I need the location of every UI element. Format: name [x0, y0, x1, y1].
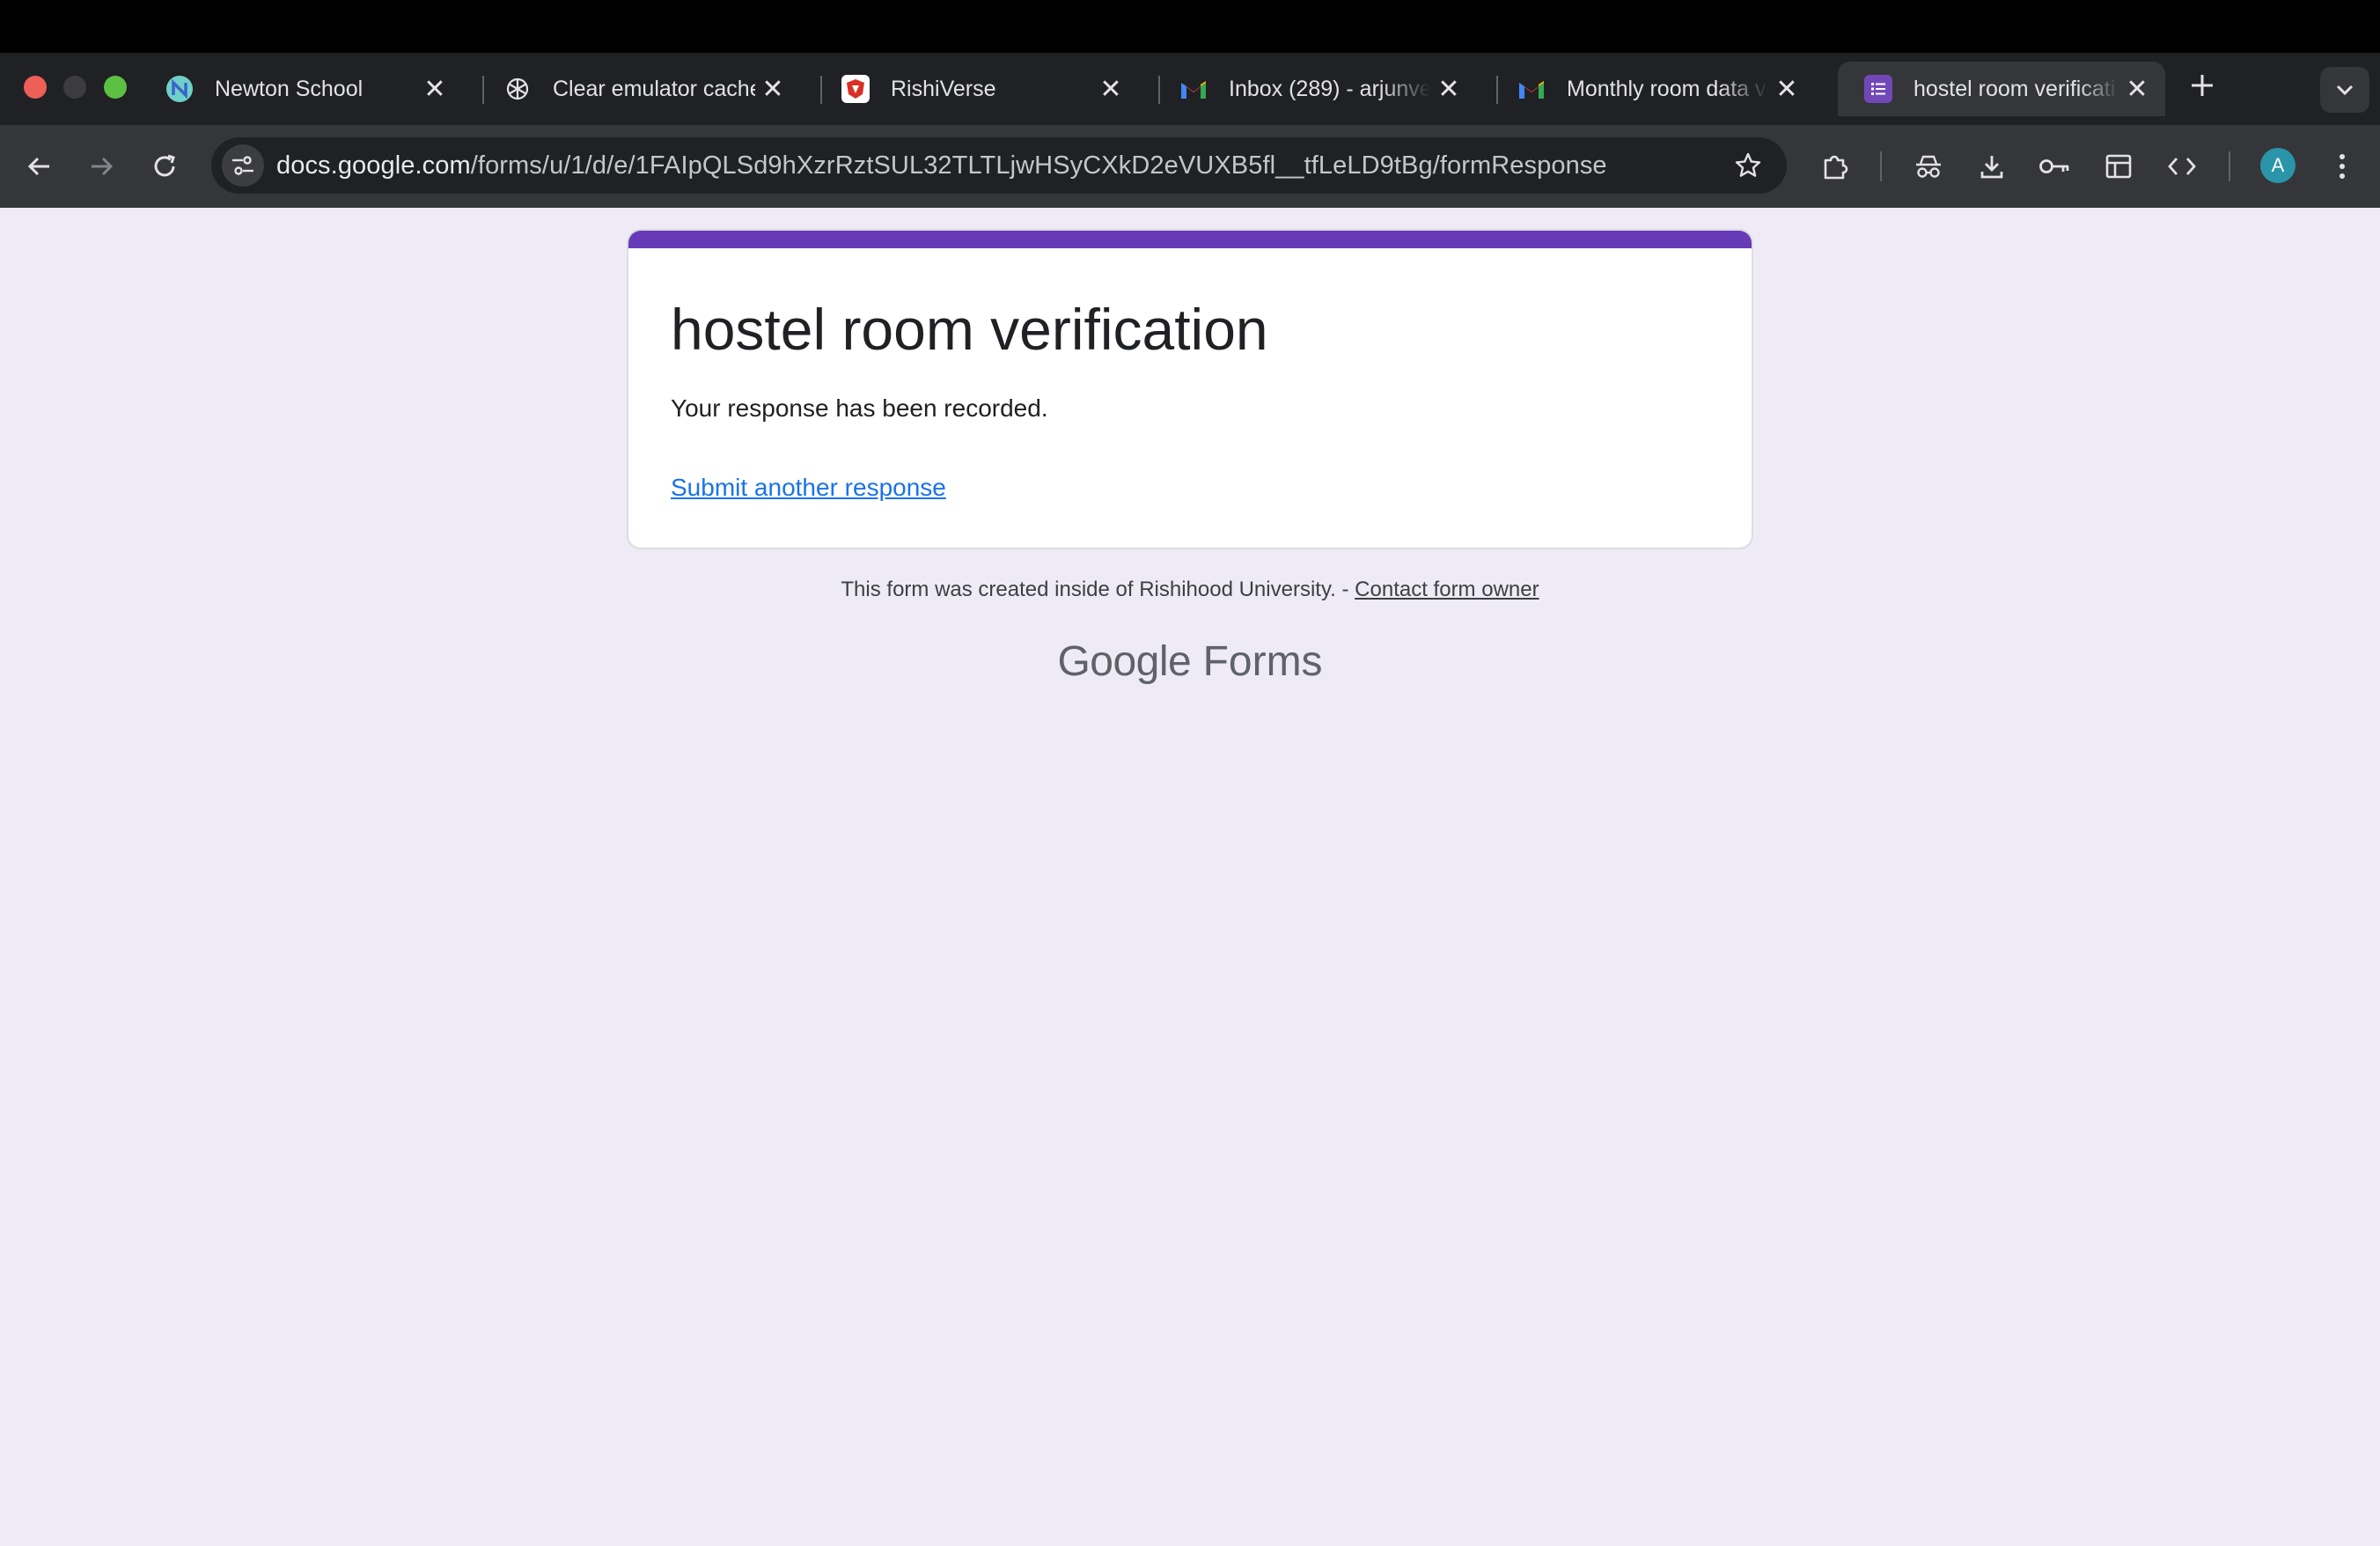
close-icon[interactable]: ✕ — [755, 74, 790, 105]
form-title: hostel room verification — [671, 297, 1268, 362]
tab-search-button[interactable] — [2320, 67, 2369, 113]
extensions-icon[interactable] — [1813, 144, 1857, 188]
tab-title: Clear emulator cache — [553, 76, 755, 101]
google-forms-icon — [1864, 75, 1892, 103]
rishiverse-icon — [841, 75, 870, 103]
password-key-icon[interactable] — [2033, 144, 2077, 188]
close-icon[interactable]: ✕ — [417, 74, 452, 105]
tab-newton-school[interactable]: Newton School ✕ — [139, 62, 463, 116]
site-settings-icon[interactable] — [222, 144, 264, 187]
tab-title: Inbox (289) - arjunve — [1229, 76, 1431, 101]
close-icon[interactable]: ✕ — [2119, 74, 2155, 105]
google-wordmark: Google — [1057, 638, 1192, 685]
toolbar-divider — [1880, 151, 1882, 181]
url-path: /forms/u/1/d/e/1FAIpQLSd9hXzrRztSUL32TLT… — [470, 151, 1607, 180]
submit-another-response-link[interactable]: Submit another response — [671, 474, 946, 502]
tab-gmail-inbox[interactable]: Inbox (289) - arjunve ✕ — [1153, 62, 1477, 116]
contact-form-owner-link[interactable]: Contact form owner — [1355, 578, 1539, 601]
confirmation-message: Your response has been recorded. — [671, 394, 1048, 422]
forward-button[interactable] — [77, 143, 125, 190]
newton-school-icon — [165, 75, 194, 103]
arrow-right-icon — [92, 157, 114, 176]
tab-clear-emulator-cache[interactable]: Clear emulator cache ✕ — [477, 62, 801, 116]
developer-tools-icon[interactable] — [2160, 144, 2204, 188]
url-text[interactable]: docs.google.com/forms/u/1/d/e/1FAIpQLSd9… — [276, 137, 1607, 194]
chatgpt-icon — [503, 75, 532, 103]
address-bar[interactable]: docs.google.com/forms/u/1/d/e/1FAIpQLSd9… — [211, 137, 1787, 194]
bookmark-star-icon[interactable] — [1730, 148, 1766, 183]
tab-rishiverse[interactable]: RishiVerse ✕ — [815, 62, 1139, 116]
arrow-left-icon — [27, 157, 49, 176]
tab-gmail-monthly-room-data[interactable]: Monthly room data ve ✕ — [1491, 62, 1815, 116]
gmail-icon — [1517, 75, 1546, 103]
plus-icon — [2192, 75, 2213, 96]
new-tab-button[interactable] — [2183, 67, 2222, 106]
reload-icon — [154, 154, 175, 177]
menu-bar-area — [0, 0, 2380, 53]
reload-button[interactable] — [141, 143, 188, 190]
forms-wordmark: Forms — [1202, 638, 1323, 685]
tab-title: RishiVerse — [891, 76, 996, 101]
maximize-window-button[interactable] — [104, 76, 127, 99]
gmail-icon — [1179, 75, 1208, 103]
close-icon[interactable]: ✕ — [1431, 74, 1466, 105]
form-accent-bar — [628, 231, 1752, 248]
profile-avatar[interactable]: A — [2260, 148, 2296, 183]
tab-title: Monthly room data ve — [1567, 76, 1769, 101]
close-window-button[interactable] — [24, 76, 47, 99]
toolbar-divider — [2229, 151, 2230, 181]
tab-hostel-room-verification[interactable]: hostel room verificati ✕ — [1838, 62, 2165, 116]
form-footer: This form was created inside of Rishihoo… — [0, 578, 2380, 602]
close-icon[interactable]: ✕ — [1093, 74, 1128, 105]
incognito-icon[interactable] — [1906, 144, 1950, 188]
chevron-down-icon — [2336, 85, 2354, 96]
tab-title: Newton School — [215, 76, 364, 101]
close-icon[interactable]: ✕ — [1769, 74, 1804, 105]
form-confirmation-card: hostel room verification Your response h… — [627, 229, 1753, 549]
footer-created-text: This form was created inside of Rishihoo… — [841, 578, 1355, 601]
minimize-window-button[interactable] — [63, 76, 86, 99]
google-forms-logo[interactable]: Google Forms — [0, 637, 2380, 686]
side-panel-icon[interactable] — [2097, 144, 2141, 188]
more-menu-icon[interactable] — [2320, 144, 2364, 188]
tab-title: hostel room verificati — [1914, 76, 2116, 101]
back-button[interactable] — [16, 143, 63, 190]
url-host: docs.google.com — [276, 151, 471, 180]
download-icon[interactable] — [1970, 144, 2014, 188]
